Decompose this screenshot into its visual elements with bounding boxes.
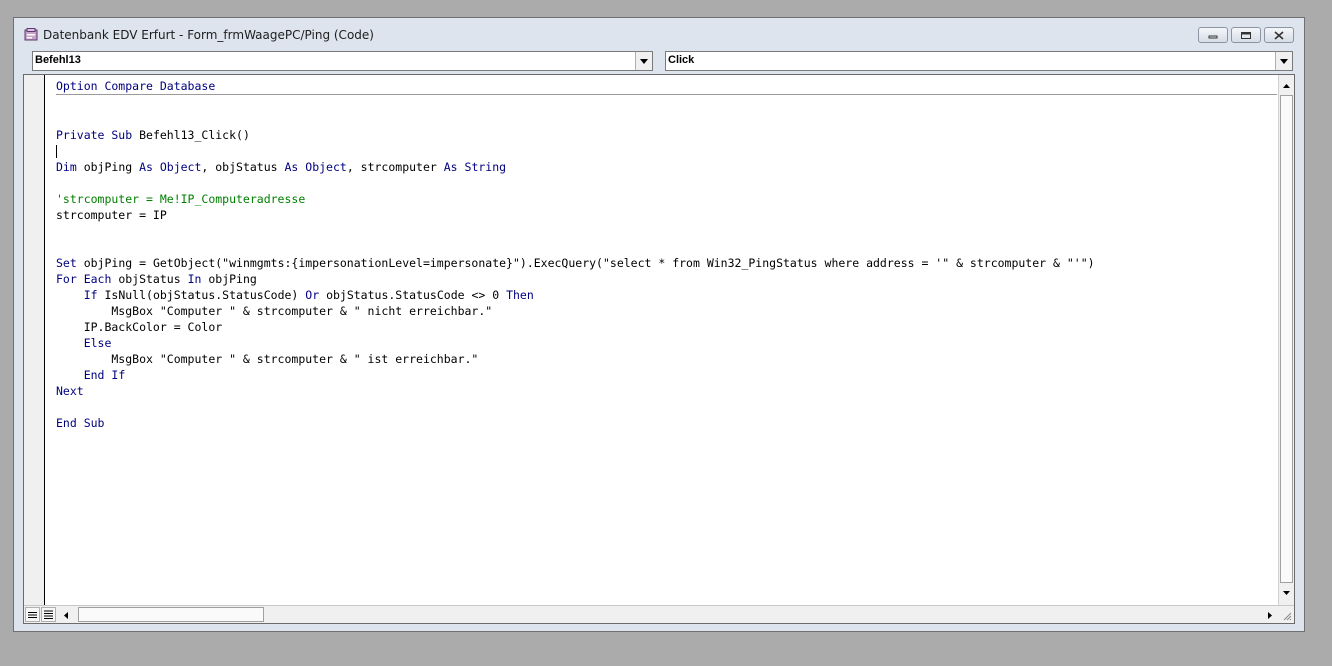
code-line[interactable]: If IsNull(objStatus.StatusCode) Or objSt… [56, 287, 1277, 303]
margin-indicator-bar[interactable] [24, 75, 45, 605]
chevron-down-icon [640, 58, 648, 64]
code-token: As String [443, 160, 507, 174]
code-line[interactable]: MsgBox "Computer " & strcomputer & " nic… [56, 303, 1277, 319]
scroll-up-button[interactable] [1279, 78, 1293, 94]
code-line[interactable]: Dim objPing As Object, objStatus As Obje… [56, 159, 1277, 175]
close-button[interactable] [1264, 27, 1294, 43]
arrow-right-icon [1268, 611, 1272, 619]
code-token: Dim [56, 160, 77, 174]
code-token: Then [506, 288, 534, 302]
code-token: , objStatus [201, 160, 285, 174]
resize-grip-icon[interactable] [1282, 611, 1292, 621]
code-token: IsNull(objStatus.StatusCode) [97, 288, 306, 302]
code-line[interactable]: MsgBox "Computer " & strcomputer & " ist… [56, 351, 1277, 367]
code-token: 'strcomputer = Me!IP_Computeradresse [56, 192, 306, 206]
code-line[interactable]: IP.BackColor = Color [56, 319, 1277, 335]
arrow-left-icon [64, 611, 68, 619]
code-text-area[interactable]: Option Compare Database Private Sub Befeh… [56, 78, 1277, 603]
arrow-up-icon [1282, 84, 1290, 88]
code-token: , strcomputer [346, 160, 444, 174]
maximize-button[interactable] [1231, 27, 1261, 43]
code-token: In [187, 272, 202, 286]
code-window: Datenbank EDV Erfurt - Form_frmWaagePC/P… [13, 17, 1305, 632]
code-token: objPing = GetObject("winmgmts:{impersona… [76, 256, 1095, 270]
code-token: End If [83, 368, 126, 382]
procedure-view-button[interactable] [25, 607, 40, 622]
code-line[interactable]: Private Sub Befehl13_Click() [56, 127, 1277, 143]
code-line[interactable]: Option Compare Database [56, 78, 1277, 95]
title-bar[interactable]: Datenbank EDV Erfurt - Form_frmWaagePC/P… [14, 18, 1304, 48]
window-title: Datenbank EDV Erfurt - Form_frmWaagePC/P… [43, 28, 374, 42]
code-token: If [83, 288, 98, 302]
code-token: MsgBox "Computer " & strcomputer & " ist… [56, 352, 479, 366]
minimize-button[interactable] [1198, 27, 1228, 43]
code-token: objStatus.StatusCode <> 0 [319, 288, 507, 302]
code-token: objStatus [111, 272, 188, 286]
code-token: Private Sub [56, 128, 133, 142]
code-line[interactable]: For Each objStatus In objPing [56, 271, 1277, 287]
code-token: Set [56, 256, 77, 270]
minimize-icon [1208, 35, 1218, 39]
code-token: For Each [56, 272, 112, 286]
close-icon [1274, 30, 1284, 40]
code-token: Befehl13_Click() [132, 128, 250, 142]
code-line[interactable]: End Sub [56, 415, 1277, 431]
procedure-dropdown-toggle[interactable] [1275, 52, 1292, 70]
arrow-down-icon [1282, 591, 1290, 595]
code-token: Next [56, 384, 84, 398]
code-line[interactable] [56, 175, 1277, 191]
text-caret [56, 145, 57, 158]
code-line[interactable]: End If [56, 367, 1277, 383]
code-line[interactable] [56, 239, 1277, 255]
code-token: Or [305, 288, 320, 302]
object-dropdown-toggle[interactable] [635, 52, 652, 70]
code-line[interactable] [56, 143, 1277, 159]
code-line[interactable] [56, 399, 1277, 415]
maximize-icon [1241, 31, 1251, 39]
code-token: objPing [201, 272, 257, 286]
code-token: objPing [76, 160, 140, 174]
procedure-view-icon [28, 611, 37, 618]
scroll-left-button[interactable] [59, 607, 73, 623]
full-module-view-button[interactable] [41, 607, 56, 622]
code-line[interactable]: Next [56, 383, 1277, 399]
object-dropdown-value: Befehl13 [35, 54, 81, 66]
code-token: End Sub [56, 416, 105, 430]
code-line[interactable] [56, 223, 1277, 239]
access-form-icon [24, 28, 38, 41]
code-token: IP.BackColor = Color [56, 320, 223, 334]
code-line[interactable] [56, 95, 1277, 111]
code-token: As Object [284, 160, 347, 174]
code-token: strcomputer = IP [56, 208, 167, 222]
code-line[interactable]: Set objPing = GetObject("winmgmts:{imper… [56, 255, 1277, 271]
code-token: Option Compare Database [56, 79, 216, 93]
object-dropdown[interactable]: Befehl13 [32, 51, 653, 71]
vertical-scrollbar[interactable] [1278, 75, 1294, 605]
code-line[interactable]: 'strcomputer = Me!IP_Computeradresse [56, 191, 1277, 207]
code-token: Else [83, 336, 112, 350]
horizontal-scroll-area [24, 605, 1294, 623]
code-line[interactable] [56, 111, 1277, 127]
scroll-down-button[interactable] [1279, 585, 1293, 601]
code-token: MsgBox "Computer " & strcomputer & " nic… [56, 304, 493, 318]
procedure-dropdown[interactable]: Click [665, 51, 1293, 71]
full-module-view-icon [44, 610, 53, 619]
vertical-scroll-thumb[interactable] [1280, 95, 1293, 583]
chevron-down-icon [1280, 58, 1288, 64]
horizontal-scroll-thumb[interactable] [78, 607, 264, 622]
code-line[interactable]: strcomputer = IP [56, 207, 1277, 223]
code-token: As Object [139, 160, 202, 174]
code-editor[interactable]: Option Compare Database Private Sub Befeh… [23, 74, 1295, 624]
procedure-dropdown-value: Click [668, 54, 695, 66]
code-line[interactable]: Else [56, 335, 1277, 351]
scroll-right-button[interactable] [1263, 607, 1277, 623]
